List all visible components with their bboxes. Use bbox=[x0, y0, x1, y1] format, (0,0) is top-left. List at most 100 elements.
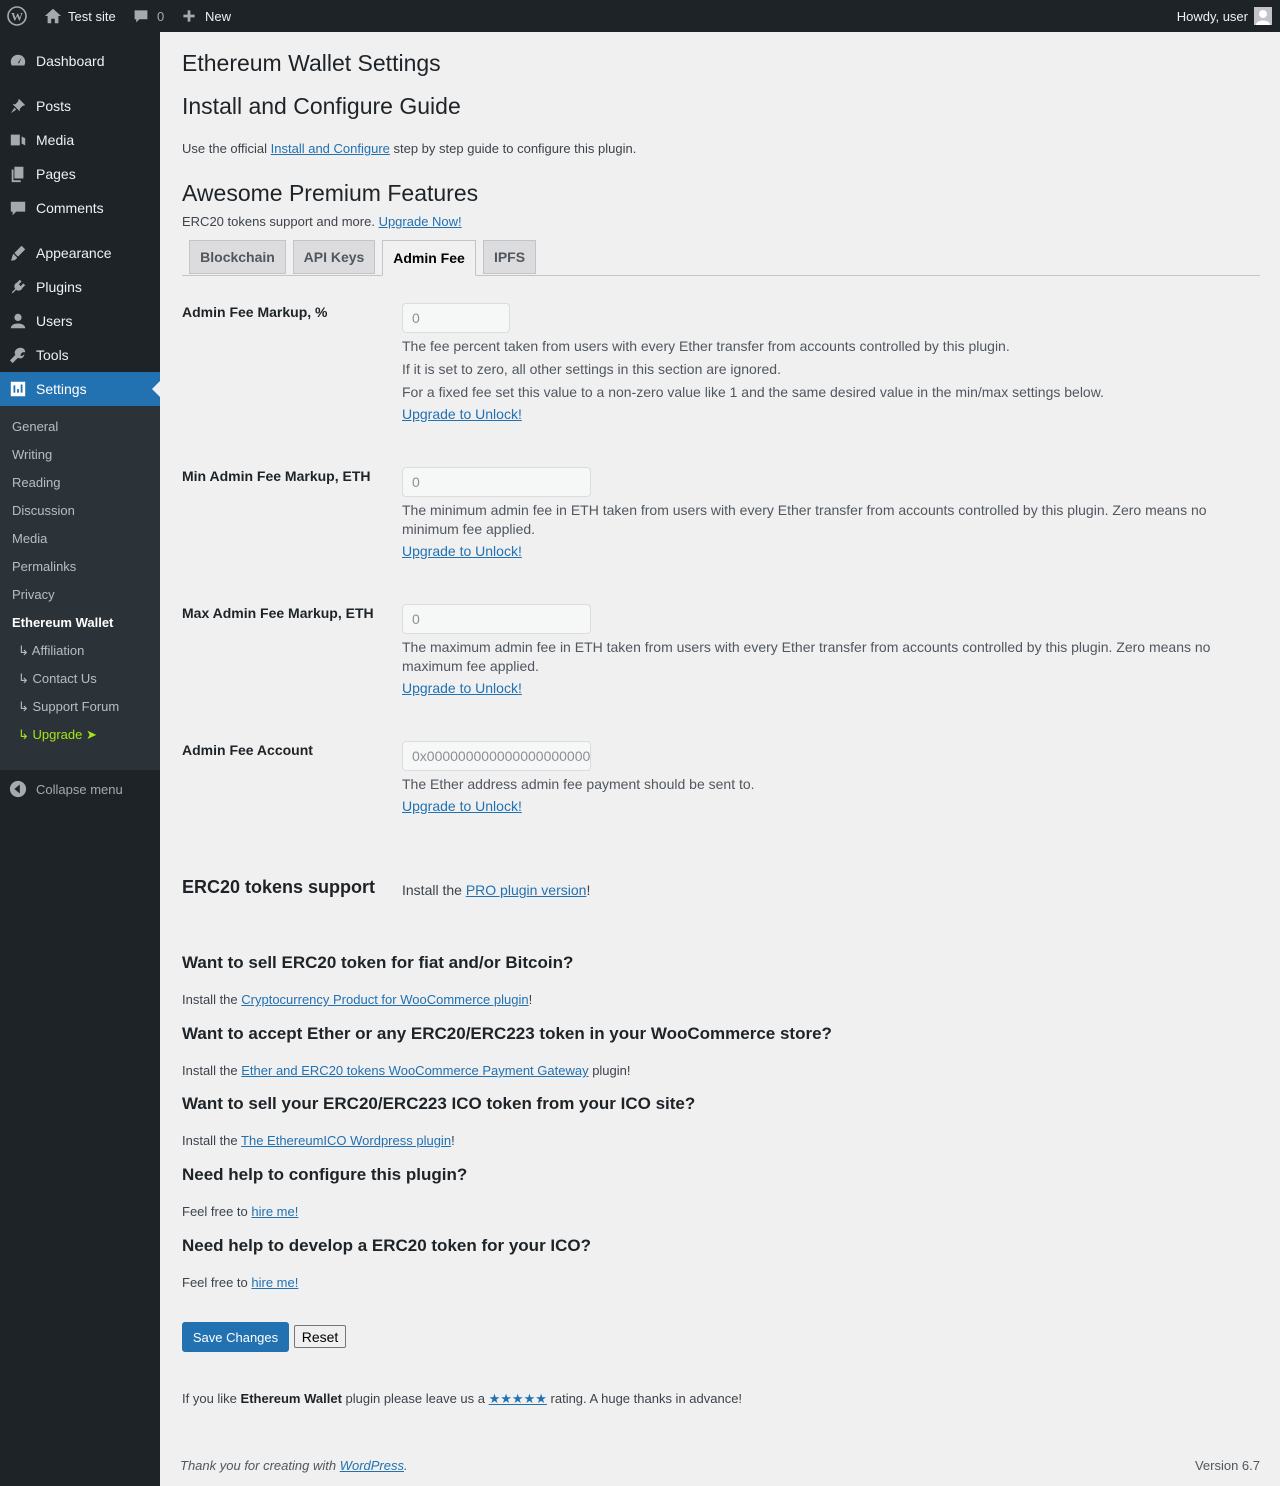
admin-bar: W Test site 0 New Howdy, user bbox=[0, 0, 1280, 32]
sidebar-item-label: Appearance bbox=[36, 245, 112, 261]
upgrade-to-unlock-link[interactable]: Upgrade to Unlock! bbox=[402, 680, 522, 696]
install-configure-link[interactable]: Install and Configure bbox=[271, 141, 390, 156]
ethereum-ico-link[interactable]: The EthereumICO Wordpress plugin bbox=[241, 1133, 451, 1148]
footer-thanks: Thank you for creating with WordPress. bbox=[180, 1458, 408, 1473]
tabs-divider bbox=[182, 275, 1260, 276]
brush-icon bbox=[9, 244, 27, 262]
save-changes-button[interactable]: Save Changes bbox=[182, 1322, 289, 1352]
upgrade-to-unlock-link[interactable]: Upgrade to Unlock! bbox=[402, 543, 522, 559]
sidebar-item-pages[interactable]: Pages bbox=[0, 157, 160, 191]
new-content-link[interactable]: New bbox=[182, 0, 231, 32]
premium-text: ERC20 tokens support and more. Upgrade N… bbox=[182, 214, 462, 229]
pin-icon bbox=[9, 97, 27, 115]
max-admin-fee-label: Max Admin Fee Markup, ETH bbox=[182, 605, 374, 621]
admin-fee-markup-desc-1: The fee percent taken from users with ev… bbox=[402, 338, 1010, 354]
sidebar-item-comments[interactable]: Comments bbox=[0, 191, 160, 225]
media-icon bbox=[9, 131, 27, 149]
payment-gateway-link[interactable]: Ether and ERC20 tokens WooCommerce Payme… bbox=[241, 1063, 588, 1078]
promo-heading: Need help to configure this plugin? bbox=[182, 1165, 468, 1184]
wrench-icon bbox=[9, 346, 27, 364]
sidebar-item-dashboard[interactable]: Dashboard bbox=[0, 44, 160, 78]
promo-heading: Want to sell ERC20 token for fiat and/or… bbox=[182, 953, 574, 972]
promo-text: Install the The EthereumICO Wordpress pl… bbox=[182, 1133, 455, 1148]
submenu-item-general[interactable]: General bbox=[12, 419, 58, 434]
avatar bbox=[1254, 7, 1272, 25]
sidebar-item-label: Tools bbox=[36, 347, 69, 363]
upgrade-to-unlock-link[interactable]: Upgrade to Unlock! bbox=[402, 406, 522, 422]
account-menu[interactable]: Howdy, user bbox=[1177, 0, 1272, 32]
sidebar-item-plugins[interactable]: Plugins bbox=[0, 270, 160, 304]
wordpress-logo-icon[interactable]: W bbox=[7, 0, 27, 32]
admin-fee-markup-input[interactable]: 0 bbox=[402, 303, 510, 333]
admin-fee-markup-label: Admin Fee Markup, % bbox=[182, 304, 328, 320]
plug-icon bbox=[9, 278, 27, 296]
admin-fee-account-input[interactable]: 0x00000000000000000000000000000000000000… bbox=[402, 741, 591, 771]
sidebar-item-media[interactable]: Media bbox=[0, 123, 160, 157]
admin-fee-markup-desc-2: If it is set to zero, all other settings… bbox=[402, 361, 781, 377]
tab-api-keys[interactable]: API Keys bbox=[293, 240, 375, 274]
sidebar-item-label: Posts bbox=[36, 98, 72, 114]
promo-text-pre: Feel free to bbox=[182, 1204, 252, 1219]
submenu-item-discussion[interactable]: Discussion bbox=[12, 503, 75, 518]
footer-text-post: . bbox=[404, 1458, 408, 1473]
comments-link[interactable]: 0 bbox=[133, 0, 164, 32]
comment-icon bbox=[9, 199, 27, 217]
admin-fee-account-desc: The Ether address admin fee payment shou… bbox=[402, 776, 755, 792]
guide-text: Use the official Install and Configure s… bbox=[182, 141, 636, 156]
promo-text-pre: Install the bbox=[182, 992, 242, 1007]
guide-text-pre: Use the official bbox=[182, 141, 271, 156]
sidebar-item-tools[interactable]: Tools bbox=[0, 338, 160, 372]
collapse-menu-button[interactable]: Collapse menu bbox=[0, 772, 160, 806]
erc20-text-post: ! bbox=[586, 882, 591, 898]
submenu-item-permalinks[interactable]: Permalinks bbox=[12, 559, 76, 574]
pro-plugin-link[interactable]: PRO plugin version bbox=[466, 882, 587, 898]
erc20-heading: ERC20 tokens support bbox=[182, 877, 376, 897]
submenu-item-affiliation[interactable]: ↳ Affiliation bbox=[18, 643, 84, 659]
submenu-item-reading[interactable]: Reading bbox=[12, 475, 60, 490]
submenu-item-support-forum[interactable]: ↳ Support Forum bbox=[18, 699, 119, 715]
sidebar-item-label: Plugins bbox=[36, 279, 82, 295]
promo-heading: Want to accept Ether or any ERC20/ERC223… bbox=[182, 1024, 832, 1043]
site-link[interactable]: Test site bbox=[44, 0, 116, 32]
sidebar-item-label: Settings bbox=[36, 381, 87, 397]
plugin-name: Ethereum Wallet bbox=[240, 1391, 342, 1406]
submenu-item-media[interactable]: Media bbox=[12, 531, 47, 546]
upgrade-now-link[interactable]: Upgrade Now! bbox=[379, 214, 462, 229]
min-admin-fee-desc: The minimum admin fee in ETH taken from … bbox=[402, 502, 1207, 537]
submenu-item-writing[interactable]: Writing bbox=[12, 447, 52, 462]
new-label: New bbox=[205, 8, 232, 24]
rating-text: If you like Ethereum Wallet plugin pleas… bbox=[182, 1391, 742, 1407]
erc20-text-pre: Install the bbox=[402, 882, 466, 898]
hire-me-link[interactable]: hire me! bbox=[251, 1275, 298, 1290]
collapse-label: Collapse menu bbox=[36, 781, 123, 797]
promo-text: Install the Ether and ERC20 tokens WooCo… bbox=[182, 1063, 631, 1078]
user-icon bbox=[9, 312, 27, 330]
sidebar-item-posts[interactable]: Posts bbox=[0, 89, 160, 123]
max-admin-fee-input[interactable]: 0 bbox=[402, 604, 591, 634]
tab-ipfs[interactable]: IPFS bbox=[483, 240, 536, 274]
rating-stars-link[interactable]: ★★★★★ bbox=[489, 1391, 547, 1406]
home-icon bbox=[44, 8, 62, 24]
promo-text-post: ! bbox=[451, 1133, 455, 1148]
min-admin-fee-input[interactable]: 0 bbox=[402, 467, 591, 497]
cryptocurrency-product-link[interactable]: Cryptocurrency Product for WooCommerce p… bbox=[241, 992, 528, 1007]
wordpress-link[interactable]: WordPress bbox=[340, 1458, 404, 1473]
plus-icon bbox=[183, 10, 195, 22]
sidebar-item-settings[interactable]: Settings bbox=[0, 372, 160, 406]
hire-me-link[interactable]: hire me! bbox=[251, 1204, 298, 1219]
upgrade-to-unlock-link[interactable]: Upgrade to Unlock! bbox=[402, 798, 522, 814]
sidebar-item-label: Users bbox=[36, 313, 73, 329]
comments-count: 0 bbox=[157, 8, 165, 24]
tab-admin-fee[interactable]: Admin Fee bbox=[382, 240, 476, 276]
submenu-item-upgrade[interactable]: ↳ Upgrade ➤ bbox=[18, 727, 97, 743]
premium-text-pre: ERC20 tokens support and more. bbox=[182, 214, 379, 229]
reset-button[interactable]: Reset bbox=[294, 1325, 346, 1348]
sidebar-item-label: Pages bbox=[36, 166, 76, 182]
sidebar-item-appearance[interactable]: Appearance bbox=[0, 236, 160, 270]
submenu-item-privacy[interactable]: Privacy bbox=[12, 587, 55, 602]
sidebar-item-users[interactable]: Users bbox=[0, 304, 160, 338]
submenu-item-contact-us[interactable]: ↳ Contact Us bbox=[18, 671, 97, 687]
guide-text-post: step by step guide to configure this plu… bbox=[389, 141, 637, 156]
submenu-item-ethereum-wallet[interactable]: Ethereum Wallet bbox=[12, 615, 113, 630]
tab-blockchain[interactable]: Blockchain bbox=[189, 240, 286, 274]
